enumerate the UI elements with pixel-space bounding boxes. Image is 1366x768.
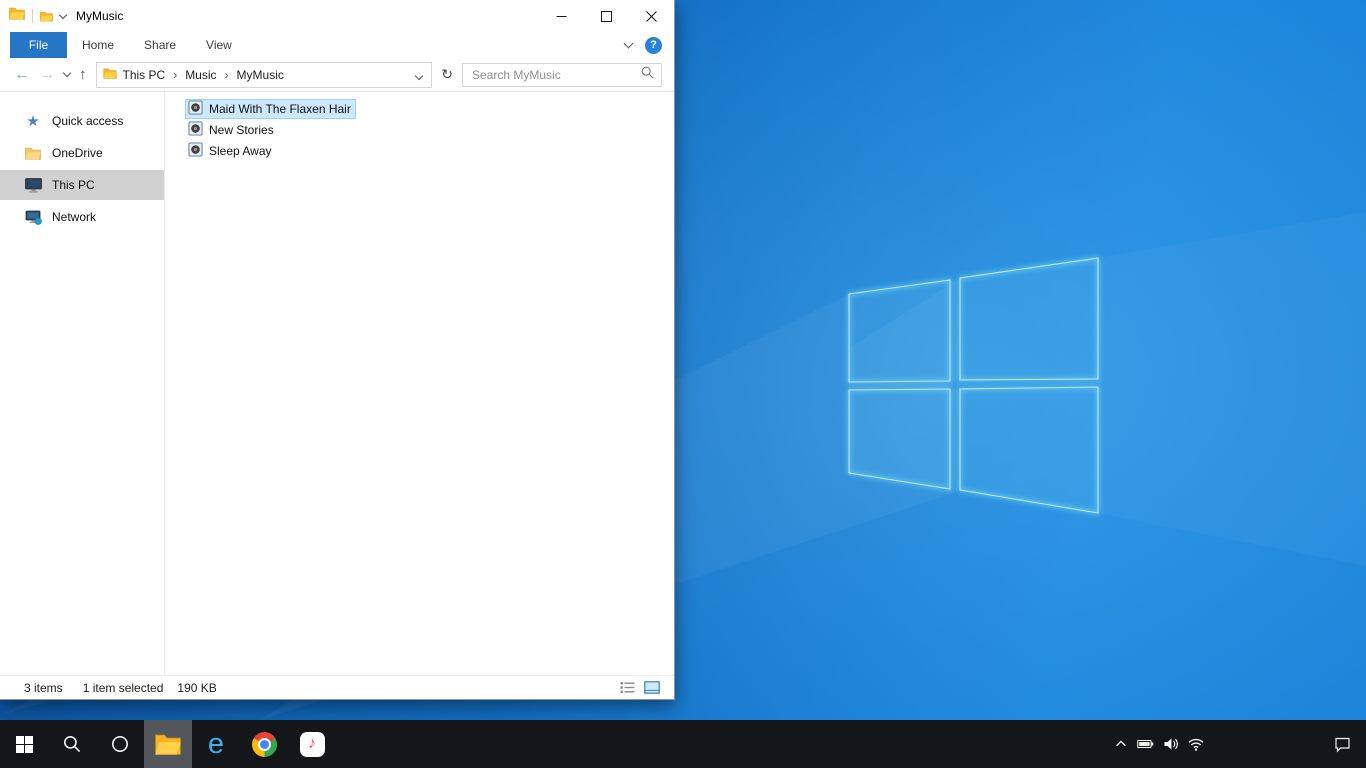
itunes-icon: ♪: [299, 731, 325, 757]
back-button[interactable]: ←: [14, 66, 30, 83]
search-icon: [641, 66, 654, 84]
breadcrumb-separator-icon[interactable]: ›: [223, 68, 231, 82]
cortana-icon[interactable]: [96, 720, 144, 768]
file-name: Sleep Away: [209, 144, 272, 158]
sidebar-item-network[interactable]: Network: [0, 202, 164, 232]
titlebar[interactable]: MyMusic: [0, 0, 674, 32]
tab-view[interactable]: View: [191, 32, 247, 58]
caption-buttons: [539, 0, 674, 32]
volume-icon[interactable]: [1158, 720, 1183, 768]
explorer-window: MyMusic File Home Share View ? ← → ↑ Thi…: [0, 0, 675, 700]
taskbar-file-explorer-button[interactable]: [144, 720, 192, 768]
sidebar-item-quick-access[interactable]: ★ Quick access: [0, 106, 164, 136]
navigation-pane: ★ Quick access OneDrive This PC Network: [0, 92, 165, 675]
file-item-new-stories[interactable]: New Stories: [185, 120, 279, 140]
file-list: Maid With The Flaxen Hair New Stories Sl…: [165, 92, 674, 675]
recent-locations-chevron-icon[interactable]: [62, 68, 72, 78]
sidebar-item-label: Network: [52, 210, 97, 224]
close-button[interactable]: [629, 0, 674, 32]
breadcrumb-separator-icon[interactable]: ›: [171, 68, 179, 82]
address-bar: ← → ↑ This PC › Music › MyMusic ↻: [0, 58, 674, 92]
taskbar-search-icon[interactable]: [48, 720, 96, 768]
battery-icon[interactable]: [1133, 720, 1158, 768]
up-button[interactable]: ↑: [79, 67, 87, 82]
breadcrumb-this-pc[interactable]: This PC: [120, 68, 169, 82]
tab-home[interactable]: Home: [67, 32, 129, 58]
audio-file-icon: [188, 142, 203, 160]
sidebar-item-this-pc[interactable]: This PC: [0, 170, 164, 200]
quick-access-star-icon: ★: [26, 112, 40, 130]
wifi-network-icon[interactable]: [1183, 720, 1208, 768]
taskbar-itunes-button[interactable]: ♪: [288, 720, 336, 768]
sidebar-item-label: Quick access: [52, 114, 124, 128]
chrome-icon: [251, 731, 277, 757]
large-icons-view-toggle-icon[interactable]: [644, 681, 660, 694]
forward-button[interactable]: →: [39, 66, 55, 83]
search-box: [462, 62, 662, 87]
file-item-sleep-away[interactable]: Sleep Away: [185, 141, 277, 161]
show-hidden-icons-chevron-icon[interactable]: [1108, 720, 1133, 768]
internet-explorer-icon: e: [207, 727, 225, 760]
window-title: MyMusic: [76, 9, 124, 23]
taskbar-clock-area: [1208, 720, 1318, 768]
action-center-icon[interactable]: [1318, 720, 1366, 768]
quick-access-toolbar: [0, 7, 68, 25]
refresh-icon[interactable]: ↻: [441, 66, 453, 83]
address-dropdown-chevron-icon[interactable]: [412, 67, 426, 82]
address-box[interactable]: This PC › Music › MyMusic: [95, 61, 433, 88]
onedrive-folder-icon: [24, 147, 42, 160]
minimize-button[interactable]: [539, 0, 584, 32]
help-icon[interactable]: ?: [645, 36, 662, 54]
sidebar-item-label: This PC: [52, 178, 95, 192]
expand-ribbon-chevron-icon[interactable]: [623, 38, 634, 49]
qat-folder-icon[interactable]: [40, 11, 53, 22]
file-item-maid-with-the-flaxen-hair[interactable]: Maid With The Flaxen Hair: [185, 99, 356, 119]
file-name: New Stories: [209, 123, 274, 137]
qat-separator: [32, 9, 33, 23]
status-item-count: 3 items: [24, 680, 63, 695]
status-selection-size: 190 KB: [177, 680, 217, 695]
system-tray: [1108, 720, 1208, 768]
ribbon-tabs: File Home Share View ?: [0, 32, 674, 58]
status-bar: 3 items 1 item selected 190 KB: [0, 675, 674, 699]
search-input[interactable]: [470, 66, 635, 83]
breadcrumb-music[interactable]: Music: [182, 68, 219, 82]
explorer-window-icon: [9, 7, 25, 25]
network-icon: [24, 210, 42, 225]
audio-file-icon: [188, 121, 203, 139]
file-name: Maid With The Flaxen Hair: [209, 102, 351, 116]
tab-share[interactable]: Share: [129, 32, 191, 58]
sidebar-item-onedrive[interactable]: OneDrive: [0, 138, 164, 168]
status-selection: 1 item selected: [82, 680, 164, 695]
start-button[interactable]: [0, 720, 48, 768]
explorer-main: ★ Quick access OneDrive This PC Network …: [0, 92, 674, 675]
taskbar: e ♪: [0, 720, 1366, 768]
maximize-button[interactable]: [584, 0, 629, 32]
sidebar-item-label: OneDrive: [52, 146, 103, 160]
tab-file[interactable]: File: [10, 32, 67, 58]
breadcrumb-mymusic[interactable]: MyMusic: [234, 68, 287, 82]
details-view-toggle-icon[interactable]: [620, 681, 635, 694]
audio-file-icon: [188, 100, 203, 118]
taskbar-chrome-button[interactable]: [240, 720, 288, 768]
taskbar-internet-explorer-button[interactable]: e: [192, 720, 240, 768]
address-folder-icon: [102, 66, 117, 84]
qat-customize-chevron-icon[interactable]: [58, 10, 68, 19]
computer-icon: [24, 177, 42, 193]
